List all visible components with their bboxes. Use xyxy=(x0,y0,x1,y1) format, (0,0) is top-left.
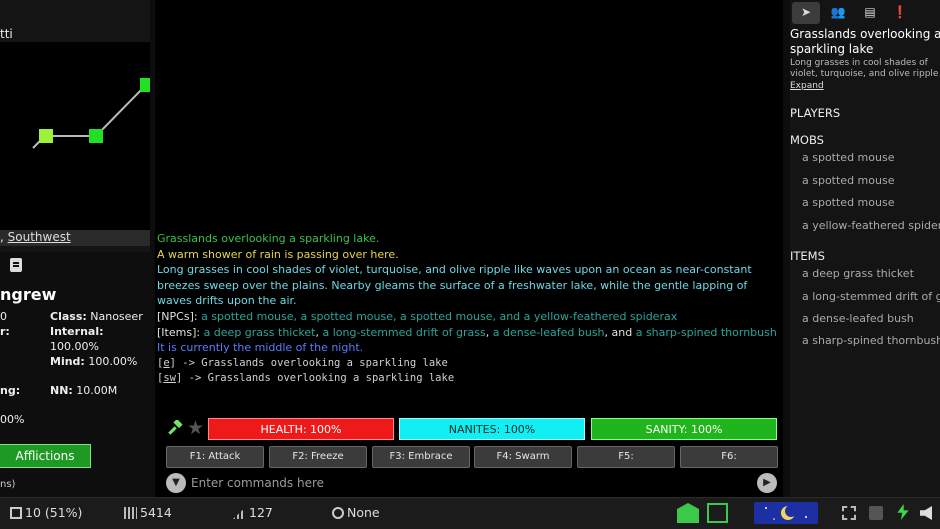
left-footer-text: ns) xyxy=(0,479,16,490)
items-header: ITEMS xyxy=(790,249,825,263)
mob-item[interactable]: a spotted mouse xyxy=(802,174,894,187)
f5-button[interactable]: F5: xyxy=(577,446,675,468)
exit-link-e[interactable]: e xyxy=(163,357,169,369)
f1-attack-button[interactable]: F1: Attack xyxy=(166,446,264,468)
lightning-icon[interactable] xyxy=(897,504,909,520)
item-link[interactable]: a long-stemmed drift of grass xyxy=(322,326,485,339)
gold-stat: 5414 xyxy=(124,505,172,520)
exits-row: , Southwest xyxy=(0,230,150,246)
log-npcs: [NPCs]: a spotted mouse, a spotted mouse… xyxy=(157,309,678,323)
f3-embrace-button[interactable]: F3: Embrace xyxy=(372,446,470,468)
room-description: Long grasses in cool shades of violet, t… xyxy=(790,58,939,79)
stat-label: r: xyxy=(0,325,10,338)
alert-icon: ❗ xyxy=(892,5,908,19)
inventory-icon[interactable] xyxy=(707,503,728,523)
level-stat: 10 (51%) xyxy=(10,505,82,520)
edit-icon[interactable] xyxy=(869,506,883,520)
log-time: It is currently the middle of the night. xyxy=(157,341,364,355)
signal-icon xyxy=(233,507,246,519)
item-link[interactable]: a dense-leafed bush xyxy=(493,326,605,339)
left-panel: tti , Southwest ngrew 0 Class: Nanoseer … xyxy=(0,0,150,497)
f4-swarm-button[interactable]: F4: Swarm xyxy=(474,446,572,468)
character-name: ngrew xyxy=(0,285,57,304)
stat-nn: NN: 10.00M xyxy=(50,384,118,397)
item-link[interactable]: a sharp-spined thornbush xyxy=(636,326,777,339)
f6-button[interactable]: F6: xyxy=(680,446,778,468)
log-exit-line: [sw] -> Grasslands overlooking a sparkli… xyxy=(157,372,455,385)
weather-night-indicator xyxy=(754,502,818,524)
tab-alerts[interactable]: ❗ xyxy=(886,2,914,24)
log-weather: A warm shower of rain is passing over he… xyxy=(157,247,399,261)
room-item[interactable]: a deep grass thicket xyxy=(802,267,914,280)
send-icon[interactable]: ▶ xyxy=(757,473,777,493)
compass-icon: ➤ xyxy=(800,5,812,19)
mob-item[interactable]: a yellow-feathered spiderax xyxy=(802,219,940,232)
notes-icon[interactable] xyxy=(10,258,22,272)
game-output: Grasslands overlooking a sparkling lake.… xyxy=(155,0,783,497)
output-log: Grasslands overlooking a sparkling lake.… xyxy=(157,231,777,387)
map-room[interactable] xyxy=(140,78,150,92)
exit-link-sw[interactable]: sw xyxy=(163,372,176,384)
minimap-svg xyxy=(32,78,150,149)
star-icon[interactable]: ★ xyxy=(187,418,204,438)
stat-value: 0 xyxy=(0,310,7,323)
minimap[interactable] xyxy=(0,42,150,230)
room-item[interactable]: a dense-leafed bush xyxy=(802,312,914,325)
area-title: tti xyxy=(0,27,13,41)
mail-icon[interactable] xyxy=(677,503,699,523)
mob-item[interactable]: a spotted mouse xyxy=(802,196,894,209)
tab-players[interactable]: 👥 xyxy=(824,2,852,24)
players-header: PLAYERS xyxy=(790,106,841,120)
npc-list[interactable]: a spotted mouse, a spotted mouse, a spot… xyxy=(201,310,677,323)
log-items: [Items]: a deep grass thicket, a long-st… xyxy=(157,325,777,339)
sanity-bar: SANITY: 100% xyxy=(591,418,777,440)
mob-item[interactable]: a spotted mouse xyxy=(802,151,894,164)
level-icon xyxy=(10,507,22,519)
map-connector xyxy=(95,85,146,137)
volume-icon[interactable] xyxy=(920,506,932,520)
credits-icon xyxy=(124,507,137,519)
expand-link[interactable]: Expand xyxy=(790,81,824,91)
target-icon xyxy=(332,507,344,519)
moon-icon xyxy=(765,505,807,520)
mobs-header: MOBS xyxy=(790,133,824,147)
stat-value: 00% xyxy=(0,413,25,426)
map-room-current[interactable] xyxy=(89,129,103,143)
right-panel: ➤ 👥 ▤ ❗ Grasslands overlooking a sparkli… xyxy=(790,0,940,497)
hammer-icon[interactable] xyxy=(167,420,183,436)
right-tabs: ➤ 👥 ▤ ❗ xyxy=(790,2,940,24)
room-name: Grasslands overlooking a sparkling lake xyxy=(790,27,940,56)
exits-prefix: , xyxy=(0,230,8,244)
tab-room[interactable]: ➤ xyxy=(792,2,820,24)
vitals-row: ★ HEALTH: 100% NANITES: 100% SANITY: 100… xyxy=(165,417,780,441)
exit-link-southwest[interactable]: Southwest xyxy=(8,230,71,244)
chevron-down-icon[interactable]: ▼ xyxy=(166,473,186,493)
stat-mind: Mind: 100.00% xyxy=(50,355,138,368)
command-row: ▼ ▶ xyxy=(165,472,780,494)
health-bar: HEALTH: 100% xyxy=(208,418,394,440)
room-item[interactable]: a sharp-spined thornbush xyxy=(802,334,940,347)
log-description: Long grasses in cool shades of violet, t… xyxy=(157,263,752,308)
command-input[interactable] xyxy=(191,472,751,494)
map-room[interactable] xyxy=(39,129,53,143)
stat-class: Class: Nanoseer xyxy=(50,310,143,323)
stat-internal: Internal: xyxy=(50,325,104,338)
log-exit-line: [e] -> Grasslands overlooking a sparklin… xyxy=(157,356,448,369)
log-room-title: Grasslands overlooking a sparkling lake. xyxy=(157,232,380,245)
f2-freeze-button[interactable]: F2: Freeze xyxy=(269,446,367,468)
users-icon: 👥 xyxy=(830,5,846,19)
ping-stat: 127 xyxy=(233,505,273,520)
afflictions-button[interactable]: Afflictions xyxy=(0,444,91,468)
tab-chat[interactable]: ▤ xyxy=(856,2,884,24)
chat-icon: ▤ xyxy=(864,5,876,19)
fullscreen-icon[interactable] xyxy=(842,506,856,520)
nanites-bar: NANITES: 100% xyxy=(399,418,585,440)
item-link[interactable]: a deep grass thicket xyxy=(204,326,316,339)
target-stat: None xyxy=(332,505,380,520)
stat-internal-value: 100.00% xyxy=(50,340,99,353)
room-item[interactable]: a long-stemmed drift of grass xyxy=(802,290,940,303)
stat-label: ng: xyxy=(0,384,21,397)
status-bar: 10 (51%) 5414 127 None xyxy=(0,497,940,529)
